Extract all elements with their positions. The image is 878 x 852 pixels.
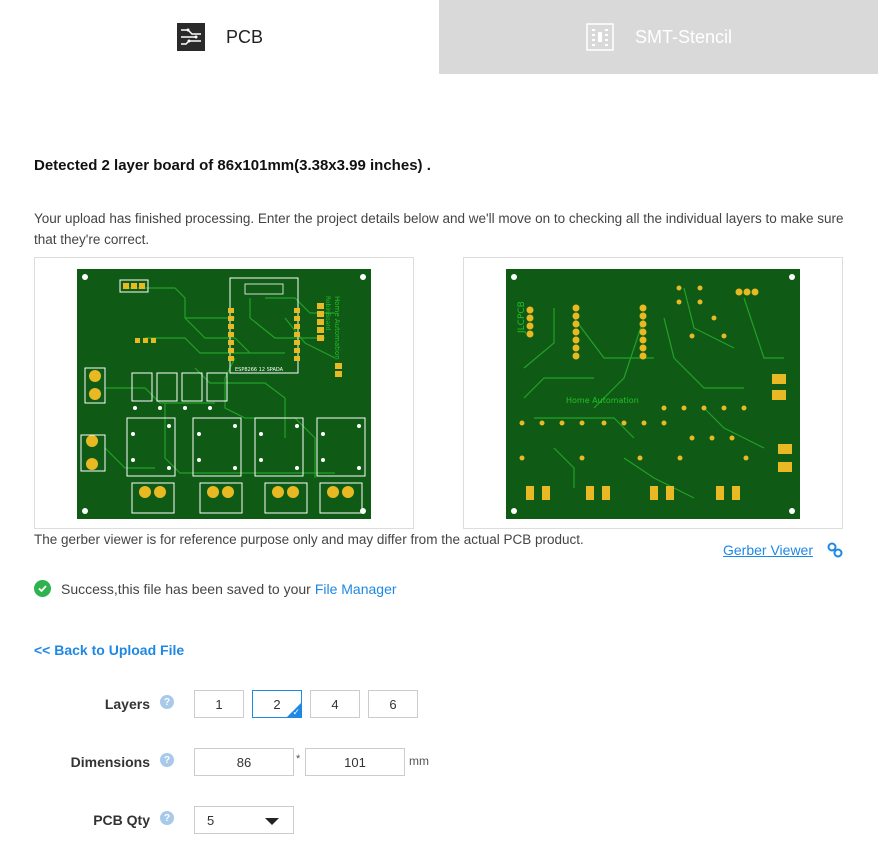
pcb-top-image: Home Automation RobinBoard ESP8266 12 SP… [77, 269, 371, 519]
gerber-top-view[interactable]: Home Automation RobinBoard ESP8266 12 SP… [34, 257, 414, 529]
detected-board-text: Detected 2 layer board of 86x101mm(3.38x… [34, 157, 431, 174]
tab-smt-label: SMT-Stencil [634, 26, 733, 47]
selected-check-icon: ✓ [292, 707, 300, 717]
link-icon[interactable] [826, 541, 844, 559]
dimensions-help-icon[interactable]: ? [160, 753, 174, 767]
dimension-separator: * [296, 753, 301, 765]
pcb-bottom-image: JLCPCB Home Automation [506, 269, 800, 519]
file-manager-link[interactable]: File Manager [315, 581, 397, 597]
dimensions-label: Dimensions [70, 754, 150, 770]
qty-help-icon[interactable]: ? [160, 811, 174, 825]
svg-text:RobinBoard: RobinBoard [324, 296, 331, 331]
layers-help-icon[interactable]: ? [160, 695, 174, 709]
success-check-icon [34, 580, 51, 597]
layers-option-2[interactable]: 2 ✓ [252, 690, 302, 718]
svg-text:Home Automation: Home Automation [566, 396, 639, 405]
gerber-bottom-view[interactable]: JLCPCB Home Automation [463, 257, 843, 529]
pcb-qty-select[interactable]: 5 [194, 806, 294, 834]
svg-text:JLCPCB: JLCPCB [517, 301, 527, 334]
dimension-y-input[interactable]: 101 [305, 748, 405, 776]
layers-label: Layers [104, 696, 150, 712]
tab-pcb-label: PCB [225, 26, 263, 47]
success-text: Success,this file has been saved to your [61, 580, 311, 597]
upload-message: Your upload has finished processing. Ent… [34, 211, 844, 247]
tab-pcb[interactable]: PCB [0, 0, 439, 74]
layers-option-1[interactable]: 1 [194, 690, 244, 718]
reference-note: The gerber viewer is for reference purpo… [34, 532, 584, 547]
dimension-unit: mm [409, 754, 429, 768]
dimension-x-input[interactable]: 86 [194, 748, 294, 776]
pcb-icon [176, 23, 205, 51]
layers-option-6[interactable]: 6 [368, 690, 418, 718]
tab-smt-stencil[interactable]: SMT-Stencil [439, 0, 878, 74]
back-to-upload-link[interactable]: << Back to Upload File [34, 642, 184, 658]
chevron-down-icon [265, 818, 279, 825]
layers-option-4[interactable]: 4 [310, 690, 360, 718]
svg-text:ESP8266 12 SPADA: ESP8266 12 SPADA [235, 367, 284, 373]
tab-bar: PCB SMT-Stencil [0, 0, 878, 74]
svg-text:Home Automation: Home Automation [333, 296, 341, 360]
success-message: Success,this file has been saved to your… [34, 580, 397, 597]
stencil-icon [586, 23, 614, 51]
pcb-qty-value: 5 [207, 812, 215, 828]
gerber-viewer-link[interactable]: Gerber Viewer [723, 542, 813, 558]
pcb-qty-label: PCB Qty [93, 812, 150, 828]
